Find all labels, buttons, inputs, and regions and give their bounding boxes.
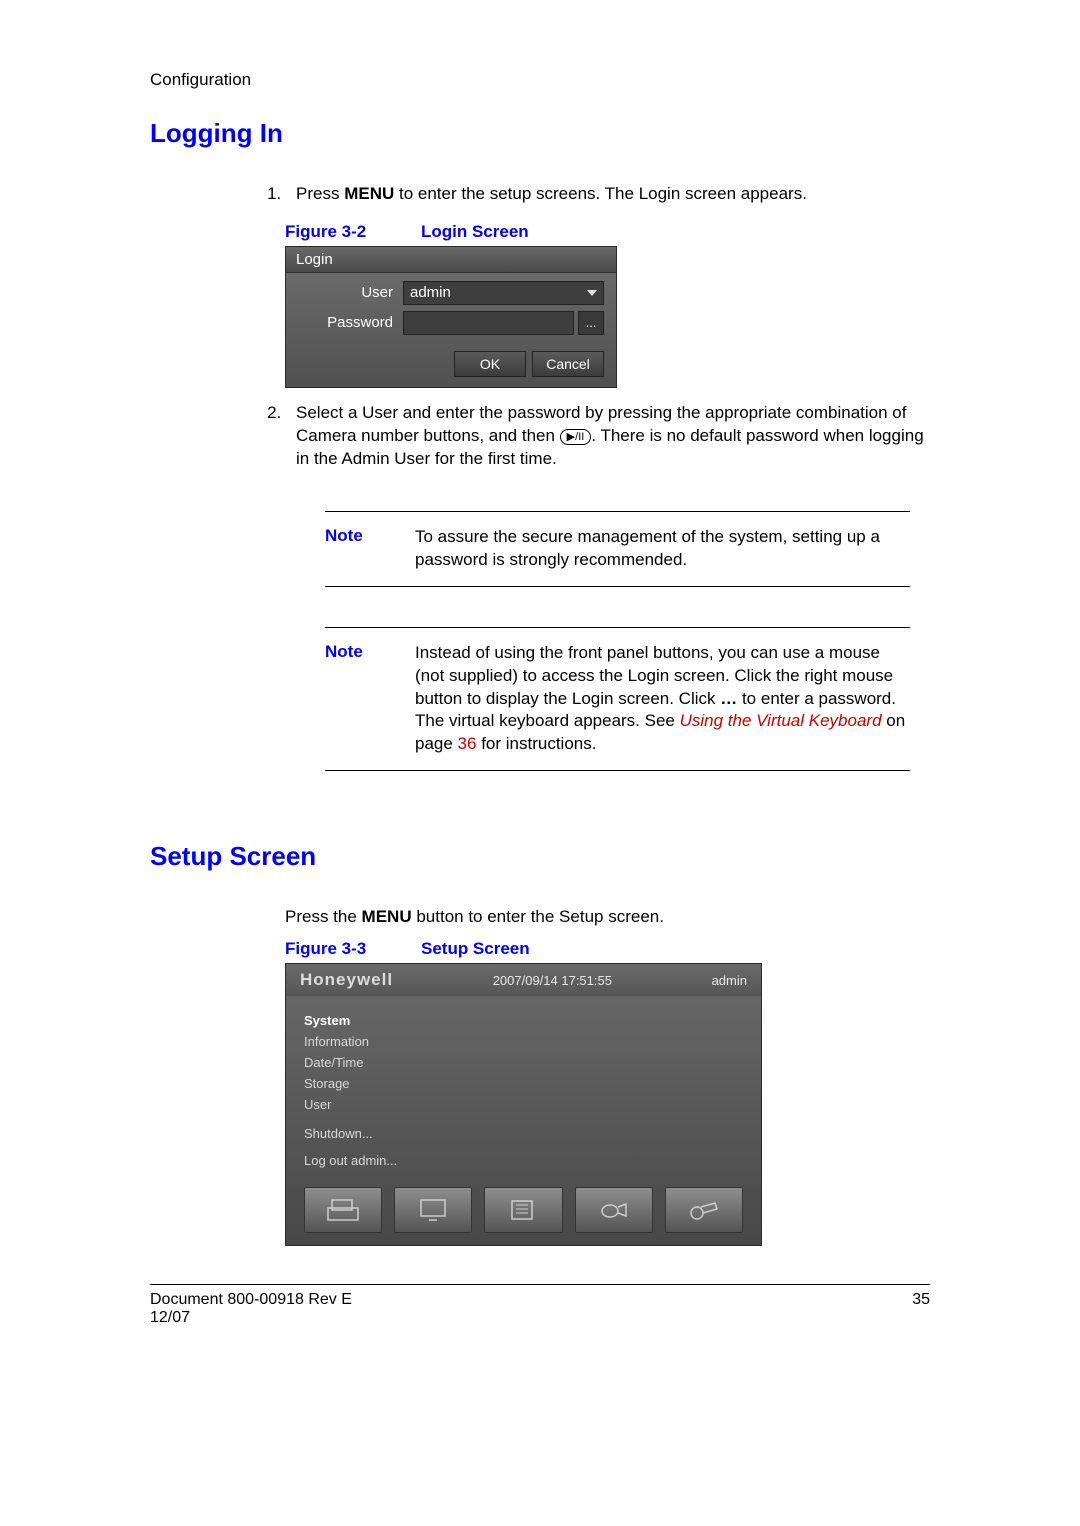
document-date: 12/07 [150, 1309, 352, 1327]
user-dropdown[interactable]: admin [403, 281, 604, 305]
page-number: 35 [912, 1291, 930, 1327]
note-1: Note To assure the secure management of … [325, 511, 910, 587]
user-value: admin [410, 284, 451, 301]
virtual-keyboard-button[interactable]: ... [578, 311, 604, 335]
note-2: Note Instead of using the front panel bu… [325, 627, 910, 772]
menu-keyword: MENU [344, 184, 394, 203]
note1-text: To assure the secure management of the s… [415, 526, 910, 572]
menu-keyword: MENU [362, 907, 412, 926]
menu-shutdown[interactable]: Shutdown... [304, 1123, 743, 1144]
figure-label: Figure 3-3 [285, 939, 366, 958]
menu-system[interactable]: System [304, 1010, 743, 1031]
page-ref[interactable]: 36 [458, 734, 477, 753]
menu-datetime[interactable]: Date/Time [304, 1052, 743, 1073]
tab-network-icon[interactable] [575, 1187, 653, 1233]
figure-title: Setup Screen [421, 939, 530, 958]
menu-information[interactable]: Information [304, 1031, 743, 1052]
figure-title: Login Screen [421, 222, 529, 241]
note2-text: Instead of using the front panel buttons… [415, 642, 910, 757]
note-label: Note [325, 642, 415, 757]
document-id: Document 800-00918 Rev E [150, 1291, 352, 1309]
ok-button[interactable]: OK [454, 351, 526, 377]
chevron-down-icon [587, 290, 597, 296]
section-label: Configuration [150, 70, 930, 90]
tab-system-icon[interactable] [304, 1187, 382, 1233]
menu-storage[interactable]: Storage [304, 1073, 743, 1094]
menu-user[interactable]: User [304, 1094, 743, 1115]
intro-a: Press the [285, 907, 362, 926]
tab-display-icon[interactable] [394, 1187, 472, 1233]
tab-record-icon[interactable] [484, 1187, 562, 1233]
password-label: Password [298, 314, 403, 331]
setup-menu: System Information Date/Time Storage Use… [286, 996, 761, 1187]
step1-text-b: to enter the setup screens. The Login sc… [394, 184, 807, 203]
login-screenshot: Login User admin Password ... OK Cancel [285, 246, 617, 388]
current-user: admin [712, 973, 747, 988]
note2-d: for instructions. [476, 734, 596, 753]
heading-setup-screen: Setup Screen [150, 841, 930, 872]
note2-dots: … [720, 689, 737, 708]
virtual-keyboard-link[interactable]: Using the Virtual Keyboard [680, 711, 882, 730]
step1-text-a: Press [296, 184, 344, 203]
page-footer: Document 800-00918 Rev E 12/07 35 [150, 1284, 930, 1327]
user-label: User [298, 284, 403, 301]
play-pause-icon: ▶/II [560, 429, 592, 445]
menu-logout[interactable]: Log out admin... [304, 1150, 743, 1171]
step-2: Select a User and enter the password by … [286, 402, 930, 471]
tab-camera-icon[interactable] [665, 1187, 743, 1233]
timestamp: 2007/09/14 17:51:55 [493, 973, 612, 988]
cancel-button[interactable]: Cancel [532, 351, 604, 377]
login-dialog-title: Login [286, 247, 616, 273]
figure-3-2-caption: Figure 3-2 Login Screen [285, 222, 930, 242]
step-1: Press MENU to enter the setup screens. T… [286, 183, 930, 206]
figure-label: Figure 3-2 [285, 222, 366, 241]
figure-3-3-caption: Figure 3-3 Setup Screen [285, 939, 930, 959]
setup-intro: Press the MENU button to enter the Setup… [285, 906, 930, 929]
heading-logging-in: Logging In [150, 118, 930, 149]
setup-screenshot: Honeywell 2007/09/14 17:51:55 admin Syst… [285, 963, 762, 1246]
brand-logo: Honeywell [300, 970, 393, 990]
intro-b: button to enter the Setup screen. [412, 907, 664, 926]
password-field[interactable] [403, 311, 574, 335]
note-label: Note [325, 526, 415, 572]
